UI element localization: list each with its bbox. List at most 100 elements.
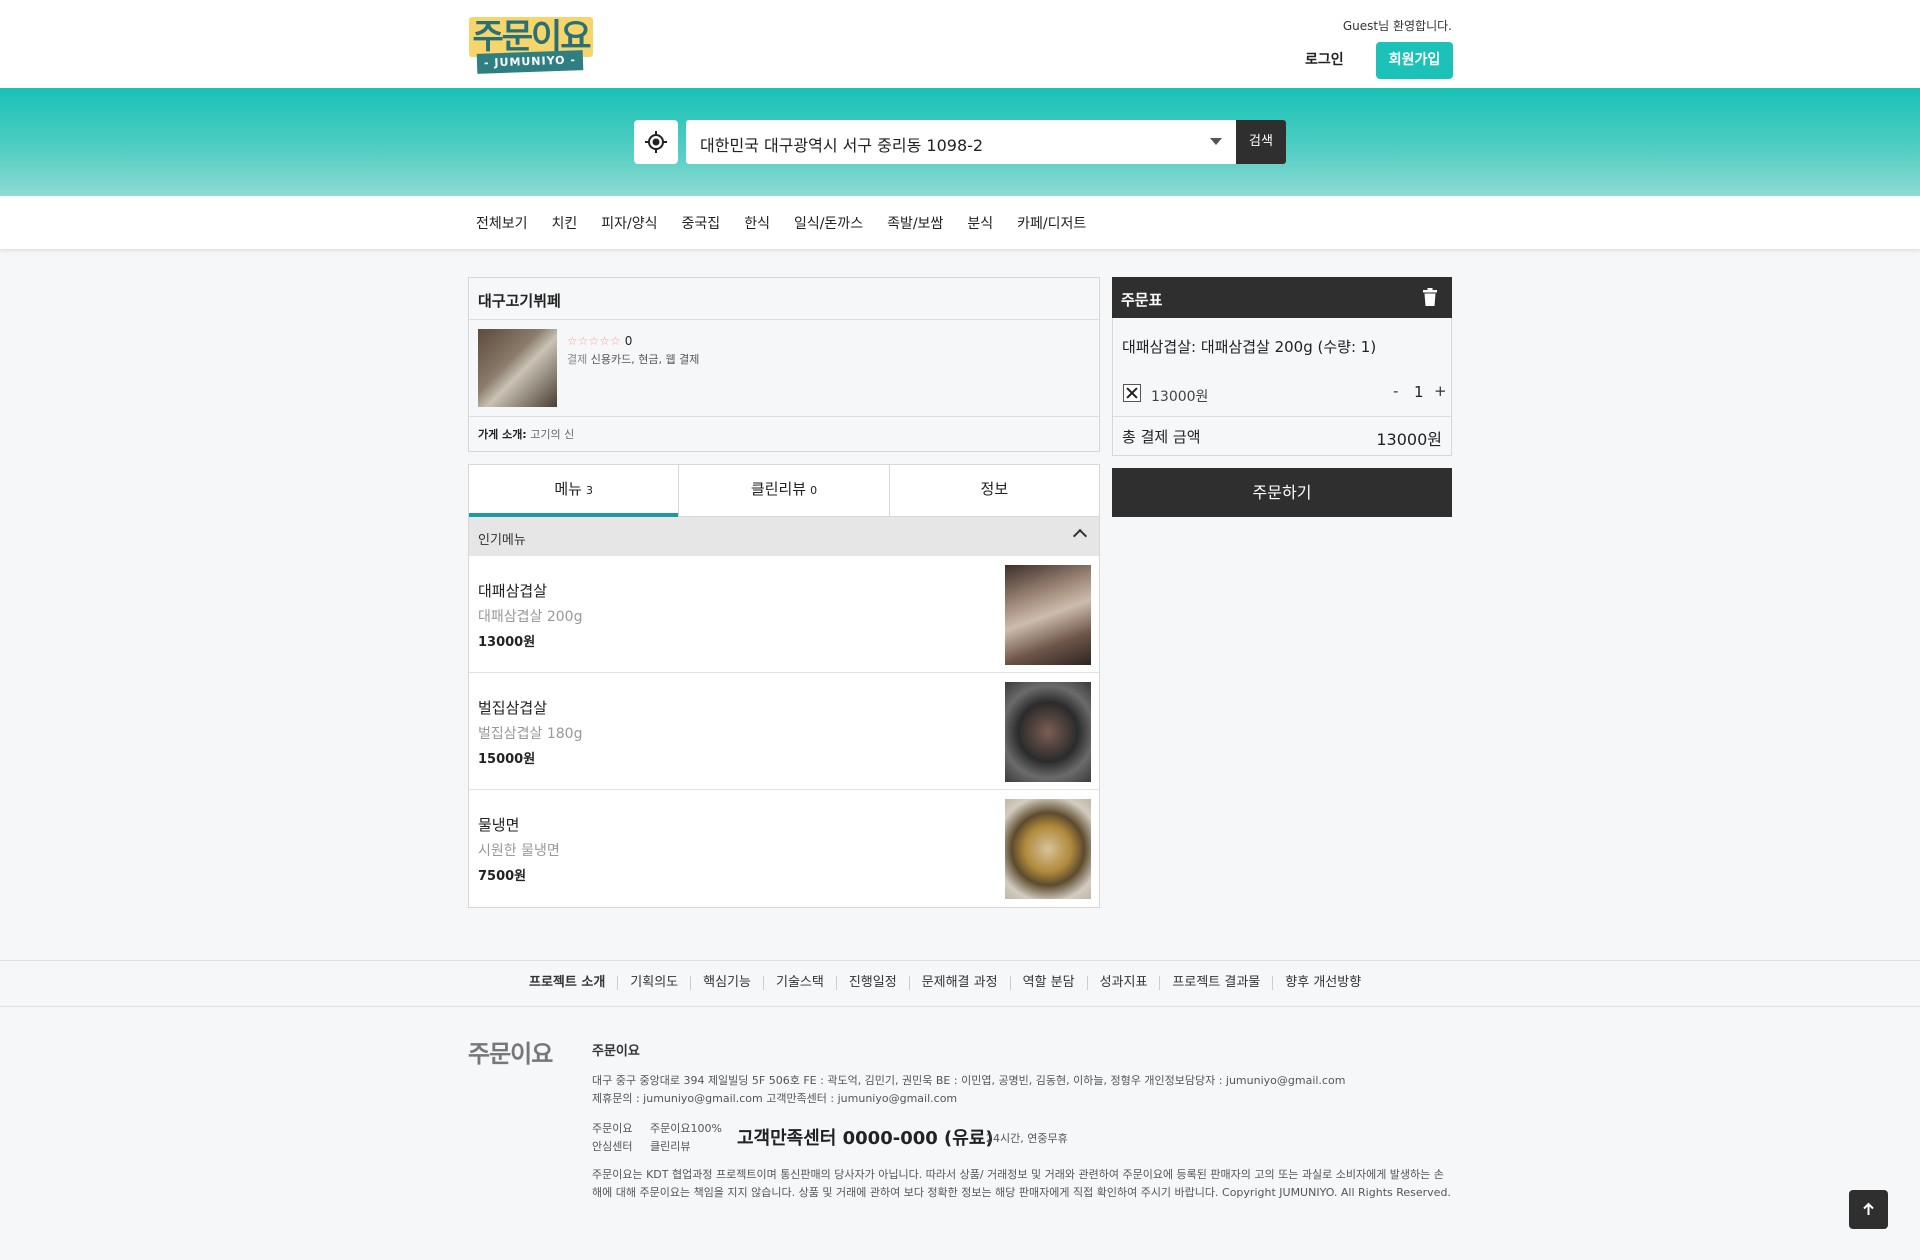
stars-icon: ☆☆☆☆☆ bbox=[567, 334, 621, 348]
chevron-down-icon bbox=[1210, 138, 1222, 145]
order-item-line: 대패삼겹살: 대패삼겹살 200g (수량: 1) bbox=[1122, 338, 1377, 356]
menu-item-image bbox=[1005, 565, 1091, 665]
order-item-price: 13000원 bbox=[1151, 389, 1209, 405]
footer-link[interactable]: 역할 분담 bbox=[1009, 976, 1087, 990]
menu-item-image bbox=[1005, 799, 1091, 899]
menu-item-desc: 시원한 물냉면 bbox=[478, 843, 560, 859]
crosshair-icon bbox=[645, 131, 667, 153]
address-value: 대한민국 대구광역시 서구 중리동 1098-2 bbox=[700, 136, 984, 155]
menu-item-desc: 벌집삼겹살 180g bbox=[478, 726, 583, 742]
logo-subtext: - JUMUNIYO - bbox=[476, 50, 584, 74]
category-korean[interactable]: 한식 bbox=[744, 213, 770, 233]
tab-label: 클린리뷰 bbox=[750, 480, 807, 498]
order-sheet-header: 주문표 bbox=[1112, 277, 1452, 318]
footer-link[interactable]: 진행일정 bbox=[835, 976, 909, 990]
tab-count: 0 bbox=[810, 484, 818, 497]
total-label: 총 결제 금액 bbox=[1122, 428, 1201, 446]
category-bunsik[interactable]: 분식 bbox=[967, 213, 993, 233]
footer-link[interactable]: 문제해결 과정 bbox=[908, 976, 1010, 990]
site-header: 주문이요 - JUMUNIYO - Guest님 환영합니다. 로그인 회원가입 bbox=[0, 0, 1920, 88]
footer-link[interactable]: 핵심기능 bbox=[690, 976, 763, 990]
order-sheet-title: 주문표 bbox=[1121, 291, 1163, 309]
store-info-panel: 대구고기뷔페 ☆☆☆☆☆ 0 결제 신용카드, 현금, 웹 결제 가게 소개: 고… bbox=[468, 277, 1100, 452]
footer-link[interactable]: 프로젝트 결과물 bbox=[1159, 976, 1272, 990]
scroll-top-button[interactable] bbox=[1849, 1190, 1888, 1229]
menu-item-price: 7500원 bbox=[478, 869, 527, 884]
customer-center: 고객만족센터 0000-000 (유료) bbox=[737, 1128, 994, 1149]
popular-menu-header[interactable]: 인기메뉴 bbox=[469, 517, 1099, 556]
footer-link[interactable]: 성과지표 bbox=[1086, 976, 1160, 990]
tab-info[interactable]: 정보 bbox=[890, 465, 1099, 516]
menu-item[interactable]: 벌집삼겹살 벌집삼겹살 180g 15000원 bbox=[469, 673, 1099, 790]
intro-label: 가게 소개: bbox=[478, 428, 527, 441]
close-icon[interactable] bbox=[1123, 384, 1141, 402]
footer-nav: 프로젝트 소개 기획의도 핵심기능 기술스택 진행일정 문제해결 과정 역할 분… bbox=[0, 960, 1920, 1007]
category-jokbal[interactable]: 족발/보쌈 bbox=[887, 213, 943, 233]
footer-link[interactable]: 프로젝트 소개 bbox=[529, 976, 617, 990]
total-value: 13000원 bbox=[1376, 430, 1442, 449]
menu-item-image bbox=[1005, 682, 1091, 782]
footer-address: 대구 중구 중앙대로 394 제일빌딩 5F 506호 FE : 곽도억, 김민… bbox=[592, 1074, 1346, 1087]
search-band: 대한민국 대구광역시 서구 중리동 1098-2 검색 bbox=[0, 88, 1920, 196]
category-all[interactable]: 전체보기 bbox=[476, 213, 528, 233]
footer-logo: 주문이요 bbox=[468, 1040, 553, 1068]
category-chinese[interactable]: 중국집 bbox=[682, 213, 721, 233]
login-link[interactable]: 로그인 bbox=[1305, 49, 1344, 69]
store-name: 대구고기뷔페 bbox=[478, 292, 561, 310]
payment-methods: 신용카드, 현금, 웹 결제 bbox=[590, 353, 700, 366]
category-cafe[interactable]: 카페/디저트 bbox=[1017, 213, 1086, 233]
divider bbox=[469, 319, 1099, 320]
quantity-value: 1 bbox=[1414, 383, 1424, 401]
chevron-up-icon[interactable] bbox=[1072, 528, 1088, 544]
customer-center-hours: 24시간, 연중무휴 bbox=[986, 1132, 1068, 1145]
address-select[interactable]: 대한민국 대구광역시 서구 중리동 1098-2 bbox=[686, 120, 1236, 164]
payment-info: 결제 신용카드, 현금, 웹 결제 bbox=[567, 351, 699, 367]
search-button[interactable]: 검색 bbox=[1236, 120, 1286, 164]
footer-company-name: 주문이요 bbox=[592, 1044, 640, 1059]
current-location-button[interactable] bbox=[634, 120, 678, 164]
menu-item-price: 13000원 bbox=[478, 635, 536, 650]
tab-count: 3 bbox=[585, 484, 593, 497]
menu-item-price: 15000원 bbox=[478, 752, 536, 767]
menu-item-name: 물냉면 bbox=[478, 816, 520, 834]
footer-contact: 제휴문의 : jumuniyo@gmail.com 고객만족센터 : jumun… bbox=[592, 1092, 958, 1105]
popular-menu-title: 인기메뉴 bbox=[478, 533, 526, 548]
menu-item-name: 대패삼겹살 bbox=[478, 582, 548, 600]
jumuniyo-logo[interactable]: 주문이요 - JUMUNIYO - bbox=[467, 15, 595, 74]
order-sheet-body: 대패삼겹살: 대패삼겹살 200g (수량: 1) 13000원 - 1 + 총… bbox=[1112, 318, 1452, 456]
menu-item[interactable]: 물냉면 시원한 물냉면 7500원 bbox=[469, 790, 1099, 907]
rating-count: 0 bbox=[624, 334, 633, 348]
trash-icon[interactable] bbox=[1423, 288, 1437, 306]
category-chicken[interactable]: 치킨 bbox=[552, 213, 578, 233]
footer: 주문이요 주문이요 대구 중구 중앙대로 394 제일빌딩 5F 506호 FE… bbox=[0, 1008, 1920, 1260]
footer-link[interactable]: 기획의도 bbox=[617, 976, 690, 990]
footer-mini-links: 안심센터 클린리뷰 bbox=[592, 1140, 691, 1153]
star-rating: ☆☆☆☆☆ 0 bbox=[567, 334, 632, 348]
menu-section: 인기메뉴 대패삼겹살 대패삼겹살 200g 13000원 벌집삼겹살 벌집삼겹살… bbox=[468, 517, 1100, 908]
tab-label: 정보 bbox=[980, 480, 1009, 498]
store-tabs: 메뉴 3 클린리뷰 0 정보 bbox=[468, 464, 1100, 517]
category-japanese[interactable]: 일식/돈까스 bbox=[794, 213, 863, 233]
footer-link[interactable]: 기술스택 bbox=[762, 976, 836, 990]
footer-disclaimer: 주문이요는 KDT 협업과정 프로젝트이며 통신판매의 당사자가 아닙니다. 따… bbox=[592, 1168, 1451, 1199]
menu-item-desc: 대패삼겹살 200g bbox=[478, 609, 583, 625]
footer-link[interactable]: 향후 개선방향 bbox=[1272, 976, 1373, 990]
store-image bbox=[478, 329, 557, 407]
quantity-increase-button[interactable]: + bbox=[1434, 382, 1447, 400]
tab-label: 메뉴 bbox=[554, 480, 582, 498]
category-pizza[interactable]: 피자/양식 bbox=[601, 213, 657, 233]
intro-text: 고기의 신 bbox=[530, 428, 575, 441]
welcome-message: Guest님 환영합니다. bbox=[1342, 19, 1452, 33]
category-nav: 전체보기 치킨 피자/양식 중국집 한식 일식/돈까스 족발/보쌈 분식 카페/… bbox=[0, 196, 1920, 250]
menu-item[interactable]: 대패삼겹살 대패삼겹살 200g 13000원 bbox=[469, 556, 1099, 673]
divider bbox=[469, 416, 1099, 417]
quantity-decrease-button[interactable]: - bbox=[1393, 382, 1398, 400]
tab-reviews[interactable]: 클린리뷰 0 bbox=[679, 465, 890, 516]
arrow-up-icon bbox=[1863, 1202, 1874, 1215]
menu-item-name: 벌집삼겹살 bbox=[478, 699, 548, 717]
signup-button[interactable]: 회원가입 bbox=[1376, 42, 1453, 79]
tab-menu[interactable]: 메뉴 3 bbox=[469, 465, 680, 517]
payment-label: 결제 bbox=[567, 353, 588, 366]
store-intro: 가게 소개: 고기의 신 bbox=[478, 426, 574, 442]
order-button[interactable]: 주문하기 bbox=[1112, 468, 1452, 517]
